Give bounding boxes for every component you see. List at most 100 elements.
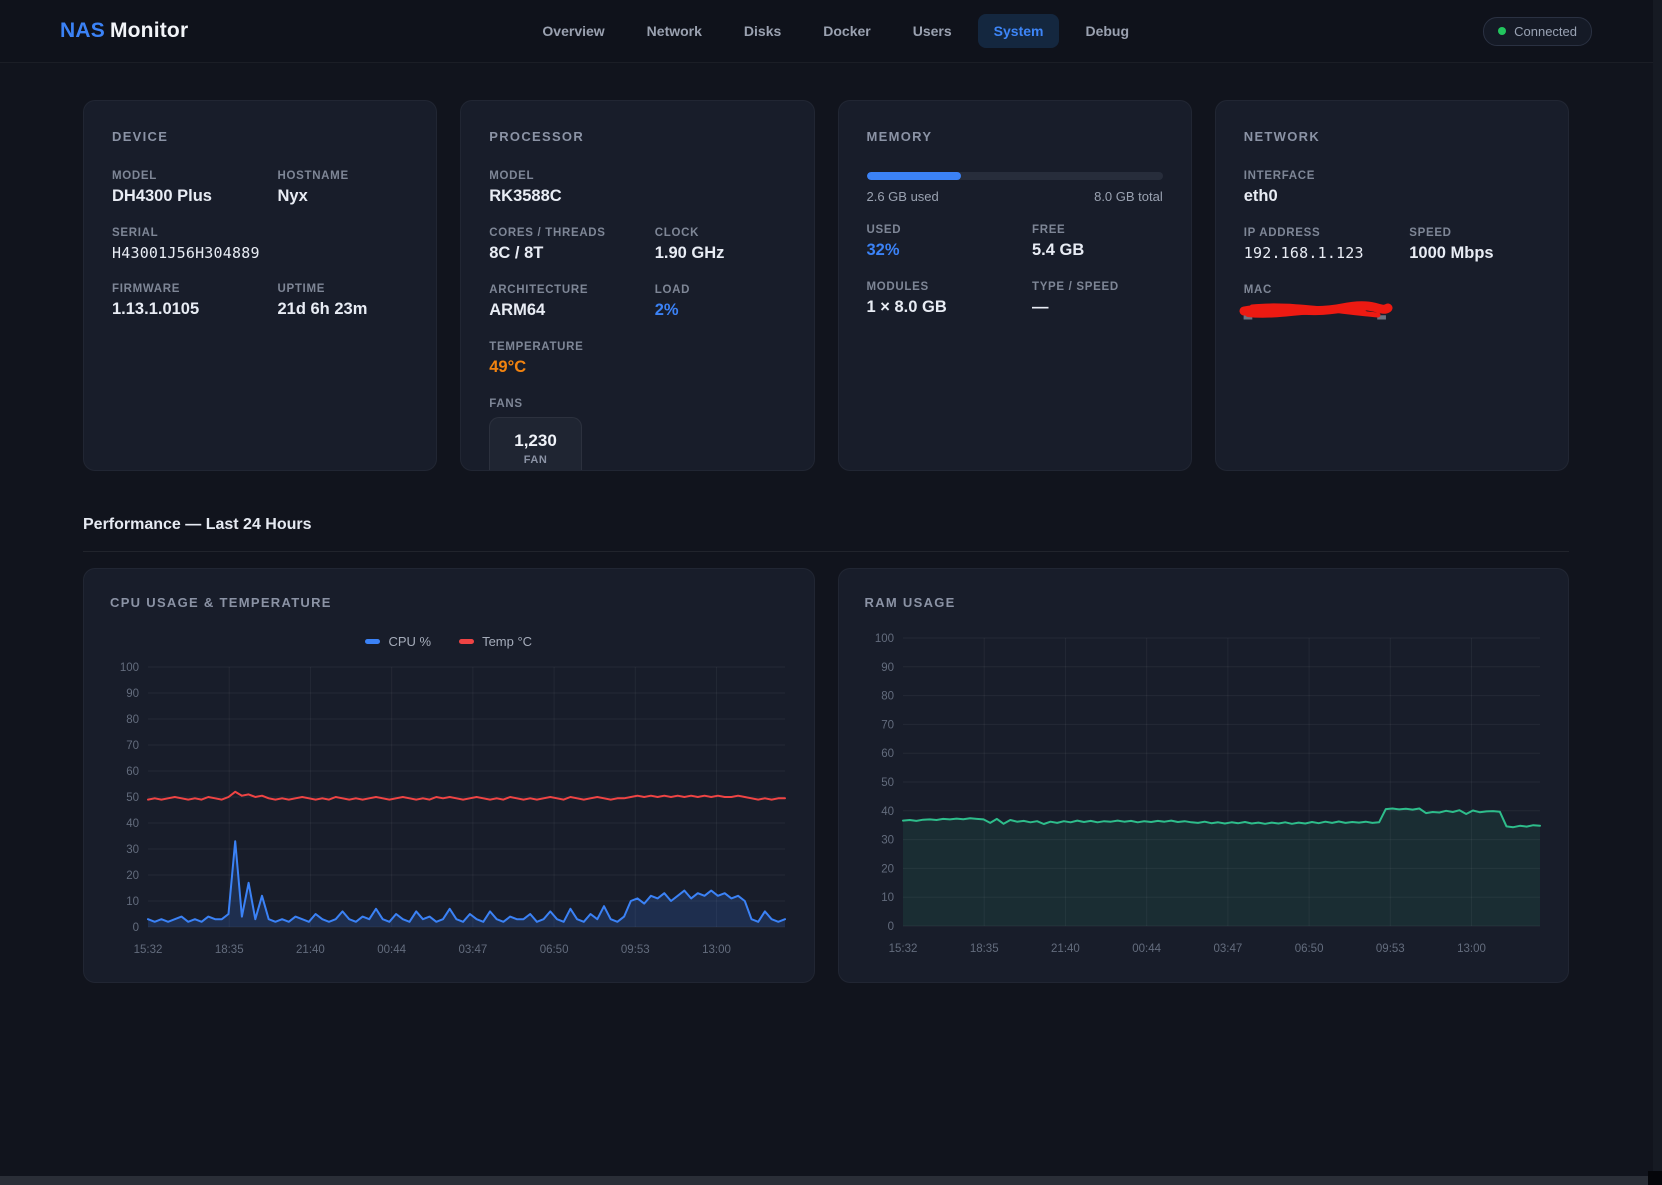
- fan-rpm-value: 1,230: [514, 431, 557, 451]
- field-label: FANS: [489, 398, 785, 410]
- svg-text:100: 100: [120, 662, 139, 674]
- header: NASMonitor OverviewNetworkDisksDockerUse…: [0, 0, 1662, 63]
- card-network: NETWORKINTERFACEeth0IP ADDRESS192.168.1.…: [1215, 100, 1569, 471]
- field-cores-threads: CORES / THREADS 8C / 8T: [489, 227, 642, 263]
- field-temperature: TEMPERATURE49°C: [489, 341, 785, 377]
- legend-label: Temp °C: [482, 634, 532, 649]
- field-label: LOAD: [655, 284, 786, 296]
- svg-text:100: 100: [874, 633, 893, 645]
- field-value: 1.90 GHz: [655, 244, 786, 263]
- nav-item-docker[interactable]: Docker: [807, 14, 886, 48]
- svg-text:18:35: 18:35: [215, 944, 244, 956]
- scrollbar-corner: [1648, 1171, 1662, 1185]
- memory-fields: USED 32% FREE 5.4 GB MODULES 1 × 8.0 GB TYPE /…: [867, 224, 1163, 338]
- field-label: INTERFACE: [1244, 170, 1540, 182]
- card-memory: MEMORY 2.6 GB used8.0 GB total USED 32% FREE…: [838, 100, 1192, 471]
- mac-redaction-scribble: [1238, 299, 1394, 323]
- field-value: eth0: [1244, 187, 1540, 206]
- svg-text:90: 90: [126, 688, 139, 700]
- field-label: SPEED: [1409, 227, 1540, 239]
- nav-item-system[interactable]: System: [978, 14, 1060, 48]
- field-value: 32%: [867, 241, 1020, 260]
- svg-text:13:00: 13:00: [1457, 943, 1486, 955]
- memory-usage-meter: 2.6 GB used8.0 GB total: [867, 172, 1163, 204]
- field-value: —: [1032, 298, 1163, 317]
- nav-item-disks[interactable]: Disks: [728, 14, 797, 48]
- svg-text:09:53: 09:53: [621, 944, 650, 956]
- svg-text:03:47: 03:47: [1213, 943, 1242, 955]
- section-divider: [83, 551, 1569, 552]
- field-value: 5.4 GB: [1032, 241, 1163, 260]
- svg-text:15:32: 15:32: [134, 944, 163, 956]
- device-fields: MODELDH4300 PlusHOSTNAMENyxSERIALH43001J…: [112, 170, 408, 340]
- memory-used-caption: 2.6 GB used: [867, 189, 939, 204]
- svg-text:30: 30: [126, 844, 139, 856]
- field-value: 8C / 8T: [489, 244, 642, 263]
- svg-text:60: 60: [881, 748, 894, 760]
- svg-text:06:50: 06:50: [1294, 943, 1323, 955]
- vertical-scrollbar-track[interactable]: [1653, 0, 1662, 1185]
- field-value: 1 × 8.0 GB: [867, 298, 1020, 317]
- charts-row: CPU USAGE & TEMPERATURE CPU %Temp °C 010…: [83, 568, 1569, 983]
- svg-text:50: 50: [126, 792, 139, 804]
- field-value: ARM64: [489, 301, 642, 320]
- svg-text:40: 40: [126, 818, 139, 830]
- field-value: Nyx: [277, 187, 408, 206]
- field-label: MAC: [1244, 284, 1540, 296]
- svg-text:30: 30: [881, 835, 894, 847]
- brand-secondary: Monitor: [110, 19, 188, 42]
- field-free: FREE 5.4 GB: [1032, 224, 1163, 260]
- nav-item-overview[interactable]: Overview: [526, 14, 620, 48]
- device-card-title: DEVICE: [112, 129, 408, 144]
- svg-text:13:00: 13:00: [702, 944, 731, 956]
- svg-text:18:35: 18:35: [969, 943, 998, 955]
- network-fields: INTERFACEeth0IP ADDRESS192.168.1.123SPEE…: [1244, 170, 1540, 342]
- processor-card-title: PROCESSOR: [489, 129, 785, 144]
- nav-item-debug[interactable]: Debug: [1069, 14, 1145, 48]
- field-label: MODULES: [867, 281, 1020, 293]
- svg-text:06:50: 06:50: [540, 944, 569, 956]
- field-label: USED: [867, 224, 1020, 236]
- field-label: MODEL: [489, 170, 785, 182]
- svg-text:21:40: 21:40: [1051, 943, 1080, 955]
- horizontal-scrollbar-track[interactable]: [0, 1176, 1648, 1185]
- performance-heading: Performance — Last 24 Hours: [83, 516, 1569, 534]
- ram-chart-title: RAM USAGE: [865, 595, 1543, 610]
- svg-text:20: 20: [126, 870, 139, 882]
- field-label: ARCHITECTURE: [489, 284, 642, 296]
- memory-card-title: MEMORY: [867, 129, 1163, 144]
- field-value: 1000 Mbps: [1409, 244, 1540, 263]
- svg-text:15:32: 15:32: [888, 943, 917, 955]
- status-dot-icon: [1498, 27, 1506, 35]
- legend-label: CPU %: [388, 634, 431, 649]
- field-uptime: UPTIME21d 6h 23m: [277, 283, 408, 319]
- legend-item-temp-c: Temp °C: [459, 634, 532, 649]
- card-processor: PROCESSORMODELRK3588CCORES / THREADS8C /…: [460, 100, 814, 471]
- cpu-chart-legend: CPU % Temp °C: [110, 634, 788, 649]
- svg-text:50: 50: [881, 777, 894, 789]
- field-label: CORES / THREADS: [489, 227, 642, 239]
- nav-item-users[interactable]: Users: [897, 14, 968, 48]
- memory-meter-fill: [867, 172, 962, 180]
- cpu-chart-title: CPU USAGE & TEMPERATURE: [110, 595, 788, 610]
- field-firmware: FIRMWARE1.13.1.0105: [112, 283, 265, 319]
- svg-text:00:44: 00:44: [1132, 943, 1161, 955]
- legend-swatch-icon: [365, 639, 380, 644]
- ram-chart-svg: 010203040506070809010015:3218:3521:4000:…: [865, 624, 1544, 960]
- field-label: CLOCK: [655, 227, 786, 239]
- field-value: H43001J56H304889: [112, 244, 408, 262]
- svg-text:40: 40: [881, 806, 894, 818]
- field-label: TYPE / SPEED: [1032, 281, 1163, 293]
- field-interface: INTERFACE eth0: [1244, 170, 1540, 206]
- svg-text:70: 70: [881, 719, 894, 731]
- svg-text:21:40: 21:40: [296, 944, 325, 956]
- main-content: DEVICE MODELDH4300 PlusHOSTNAMENyxSERIALH…: [0, 63, 1662, 983]
- field-label: FREE: [1032, 224, 1163, 236]
- field-used: USED 32%: [867, 224, 1020, 260]
- field-label: MODEL: [112, 170, 265, 182]
- field-serial: SERIALH43001J56H304889: [112, 227, 408, 262]
- nav-item-network[interactable]: Network: [631, 14, 718, 48]
- legend-item-cpu-: CPU %: [365, 634, 431, 649]
- field-model: MODELDH4300 Plus: [112, 170, 265, 206]
- field-speed: SPEED 1000 Mbps: [1409, 227, 1540, 263]
